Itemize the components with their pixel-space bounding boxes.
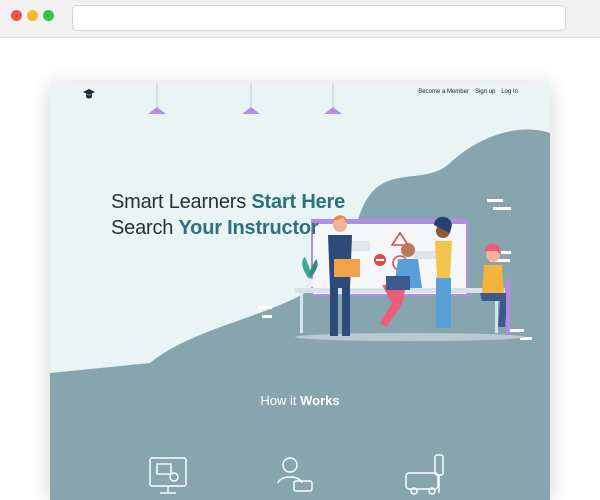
how-it-works-plain: How it xyxy=(260,393,301,408)
hero-title-plain: Smart Learners xyxy=(111,191,252,213)
hero-subtitle-plain: Search xyxy=(111,217,179,239)
sign-up-link[interactable]: Sign up xyxy=(475,89,495,95)
hero-title-line-1: Smart Learners Start Here xyxy=(111,191,345,214)
address-bar[interactable] xyxy=(72,5,566,31)
standing-woman-figure xyxy=(434,216,452,328)
close-window-dot[interactable] xyxy=(11,10,22,21)
hero-title-accent: Start Here xyxy=(251,191,345,213)
log-in-link[interactable]: Log In xyxy=(501,89,518,95)
hero-illustration xyxy=(50,83,550,500)
maximize-window-dot[interactable] xyxy=(43,10,54,21)
website-frame: Become a Member Sign up Log In Smart Lea… xyxy=(50,83,550,500)
minimize-window-dot[interactable] xyxy=(27,10,38,21)
how-it-works-heading: How it Works xyxy=(50,393,550,408)
ceiling-lamp xyxy=(242,83,260,114)
become-member-link[interactable]: Become a Member xyxy=(418,89,469,95)
graduation-cap-icon[interactable] xyxy=(83,88,95,100)
hero-title-line-2: Search Your Instructor xyxy=(111,217,319,240)
hero-subtitle-accent: Your Instructor xyxy=(178,217,319,239)
ceiling-lamp xyxy=(148,83,166,114)
how-it-works-accent: Works xyxy=(300,393,340,408)
ceiling-lamp xyxy=(324,83,342,114)
browser-chrome xyxy=(0,0,600,38)
top-navigation: Become a Member Sign up Log In xyxy=(418,89,518,95)
